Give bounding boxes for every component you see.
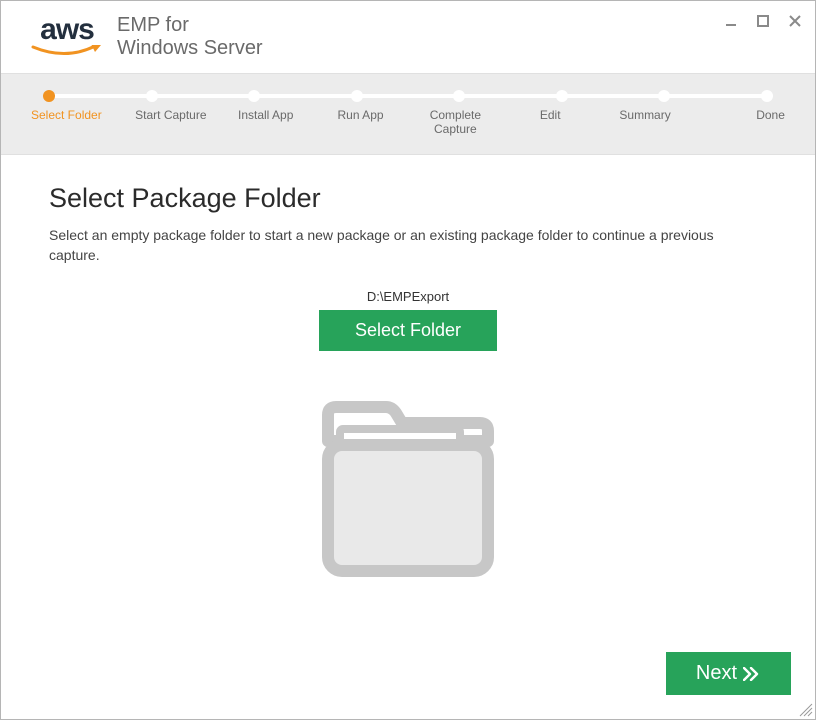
- aws-smile-icon: [31, 45, 103, 59]
- step-dot-edit[interactable]: [556, 90, 568, 102]
- step-dot-select-folder[interactable]: [43, 90, 55, 102]
- step-label-install-app: Install App: [221, 108, 311, 136]
- step-dot-install-app[interactable]: [248, 90, 260, 102]
- footer-actions: Next: [666, 652, 791, 695]
- chevron-double-right-icon: [743, 667, 761, 681]
- main-content: Select Package Folder Select an empty pa…: [1, 155, 815, 719]
- close-button[interactable]: [787, 13, 803, 29]
- step-dot-summary[interactable]: [658, 90, 670, 102]
- page-description: Select an empty package folder to start …: [49, 226, 767, 265]
- page-title: Select Package Folder: [49, 183, 767, 214]
- folder-selection-area: D:\EMPExport Select Folder: [49, 289, 767, 586]
- step-label-complete-capture: Complete Capture: [410, 108, 500, 136]
- app-title-line2: Windows Server: [117, 37, 263, 60]
- close-icon: [789, 15, 801, 27]
- step-dot-done[interactable]: [761, 90, 773, 102]
- window-controls: [723, 13, 803, 29]
- maximize-button[interactable]: [755, 13, 771, 29]
- step-dot-run-app[interactable]: [351, 90, 363, 102]
- aws-logo: aws: [31, 15, 103, 59]
- wizard-stepper: Select Folder Start Capture Install App …: [1, 73, 815, 155]
- app-title-line1: EMP for: [117, 14, 263, 37]
- app-window: aws EMP for Windows Server: [0, 0, 816, 720]
- minimize-button[interactable]: [723, 13, 739, 29]
- folder-illustration: [308, 401, 508, 586]
- step-dot-complete-capture[interactable]: [453, 90, 465, 102]
- logo-area: aws EMP for Windows Server: [31, 14, 263, 60]
- selected-folder-path: D:\EMPExport: [367, 289, 449, 304]
- aws-logo-text: aws: [40, 15, 94, 45]
- step-dot-start-capture[interactable]: [146, 90, 158, 102]
- step-label-summary: Summary: [600, 108, 690, 136]
- step-label-run-app: Run App: [316, 108, 406, 136]
- minimize-icon: [725, 15, 737, 27]
- titlebar: aws EMP for Windows Server: [1, 1, 815, 73]
- next-button[interactable]: Next: [666, 652, 791, 695]
- app-title: EMP for Windows Server: [117, 14, 263, 60]
- resize-grip-icon[interactable]: [799, 703, 813, 717]
- step-label-done: Done: [695, 108, 785, 136]
- step-label-start-capture: Start Capture: [126, 108, 216, 136]
- step-label-select-folder: Select Folder: [31, 108, 121, 136]
- folder-icon: [308, 401, 508, 586]
- maximize-icon: [757, 15, 769, 27]
- select-folder-button[interactable]: Select Folder: [319, 310, 497, 351]
- step-label-edit: Edit: [505, 108, 595, 136]
- next-button-label: Next: [696, 662, 737, 685]
